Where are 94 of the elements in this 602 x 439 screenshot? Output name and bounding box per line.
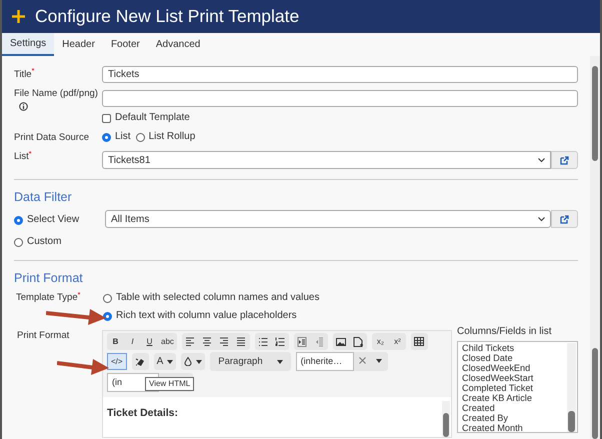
button-label: A xyxy=(156,356,164,368)
option-label: List xyxy=(115,131,131,144)
radio-button[interactable] xyxy=(136,132,145,142)
required-mark: * xyxy=(28,150,32,158)
toolbar-button[interactable]: x² xyxy=(388,333,406,350)
list-item[interactable]: Child Tickets xyxy=(462,343,565,354)
radio-button[interactable] xyxy=(14,216,23,225)
indent-icon xyxy=(297,336,308,347)
checkbox[interactable] xyxy=(102,114,111,123)
text-field[interactable]: Tickets xyxy=(102,66,578,83)
option-label: Select View xyxy=(27,214,80,226)
tab[interactable]: Advanced xyxy=(148,33,208,56)
caret-icon xyxy=(376,358,382,363)
required-mark: * xyxy=(78,290,80,299)
scrollbar[interactable] xyxy=(567,343,576,432)
section-heading: Data Filter xyxy=(14,190,73,206)
toolbar-button[interactable]: abc xyxy=(158,333,177,350)
font-field[interactable]: (inherite… xyxy=(296,352,354,372)
plus-icon xyxy=(12,10,25,23)
external-link-icon xyxy=(560,214,569,224)
radio-button[interactable] xyxy=(102,132,111,142)
radio-button[interactable] xyxy=(103,312,112,321)
eraser-icon xyxy=(135,356,146,367)
caret-icon xyxy=(167,360,174,364)
field-value: (inherite… xyxy=(300,356,342,368)
font-color-button[interactable]: A xyxy=(154,353,176,370)
image-icon xyxy=(336,336,346,347)
chevron-icon xyxy=(538,158,545,163)
field-label: Print Format xyxy=(17,330,70,342)
tab[interactable]: Footer xyxy=(102,33,148,56)
tab[interactable]: Settings xyxy=(2,33,54,56)
align-center-icon xyxy=(202,336,212,347)
annotation-arrow xyxy=(46,307,106,327)
align-left-icon xyxy=(185,336,196,347)
bulleted-list-icon xyxy=(258,336,268,347)
toolbar-button[interactable]: I xyxy=(124,333,141,350)
option-label: Table with selected column names and values xyxy=(116,292,320,304)
tab[interactable]: Header xyxy=(54,33,103,56)
toolbar-button[interactable]: </> xyxy=(107,353,127,370)
section-heading: Print Format xyxy=(14,271,84,286)
chevron-icon xyxy=(538,216,545,222)
list-item[interactable]: Completed Ticket xyxy=(462,383,565,394)
required-mark: * xyxy=(32,67,34,76)
format-dropdown[interactable]: Paragraph xyxy=(210,352,291,372)
radio-button[interactable] xyxy=(14,238,23,247)
outdent-icon xyxy=(314,336,324,347)
field-value: (in xyxy=(112,377,122,388)
option-label: Custom xyxy=(27,236,62,248)
list-item[interactable]: Created By xyxy=(462,413,565,424)
field-label: List xyxy=(14,151,29,162)
text-field[interactable] xyxy=(102,90,578,107)
toolbar-button[interactable]: x₂ xyxy=(372,333,389,350)
caret-icon xyxy=(196,360,202,364)
button-label: Paragraph xyxy=(218,356,263,368)
select-field[interactable]: All Items xyxy=(105,210,551,228)
checkbox-label: Default Template xyxy=(115,112,190,124)
list-item[interactable]: Created Month xyxy=(462,423,565,432)
info-icon xyxy=(19,102,28,112)
annotation-arrow xyxy=(57,357,109,377)
open-link-button[interactable] xyxy=(551,210,578,228)
external-link-icon xyxy=(560,156,569,165)
numbered-list-icon xyxy=(275,336,286,347)
option-label: List Rollup xyxy=(148,131,196,144)
select-value: All Items xyxy=(111,212,150,227)
list-item[interactable]: ClosedWeekStart xyxy=(462,373,565,384)
caret-icon xyxy=(276,360,283,364)
editor-text: Ticket Details: xyxy=(107,407,178,420)
toolbar-button[interactable]: B xyxy=(107,333,124,350)
align-right-icon xyxy=(219,336,230,347)
field-label: Print Data Source xyxy=(14,132,89,143)
field-list[interactable]: Child Tickets Closed Date ClosedWeekEnd ClosedWeekStart Completed Ticket Create KB Article Created Created By Created Month xyxy=(457,341,578,434)
scrollbar[interactable] xyxy=(442,401,450,438)
list-item[interactable]: Create KB Article xyxy=(462,393,565,404)
field-label: Template Type xyxy=(16,292,78,304)
list-item[interactable]: Created xyxy=(462,403,565,414)
clear-icon xyxy=(358,357,366,364)
select-field[interactable]: Tickets81 xyxy=(102,151,551,170)
field-label: File Name (pdf/png) xyxy=(14,88,99,100)
list-label: Columns/Fields in list xyxy=(457,326,552,338)
radio-button[interactable] xyxy=(103,294,112,303)
tooltip: View HTML xyxy=(145,377,194,391)
toolbar-button[interactable]: U xyxy=(141,333,158,350)
file-icon xyxy=(353,336,364,347)
dialog-title: Configure New List Print Template xyxy=(35,6,300,27)
table-icon xyxy=(414,336,424,347)
select-value: Tickets81 xyxy=(108,154,150,168)
list-item[interactable]: Closed Date xyxy=(462,353,565,364)
align-justify-icon xyxy=(236,336,246,347)
droplet-icon xyxy=(184,357,192,366)
open-link-button[interactable] xyxy=(551,151,578,170)
field-label: Title xyxy=(14,68,32,80)
scrollbar[interactable] xyxy=(590,56,600,439)
list-item[interactable]: ClosedWeekEnd xyxy=(462,363,565,374)
option-label: Rich text with column value placeholders xyxy=(116,310,297,322)
